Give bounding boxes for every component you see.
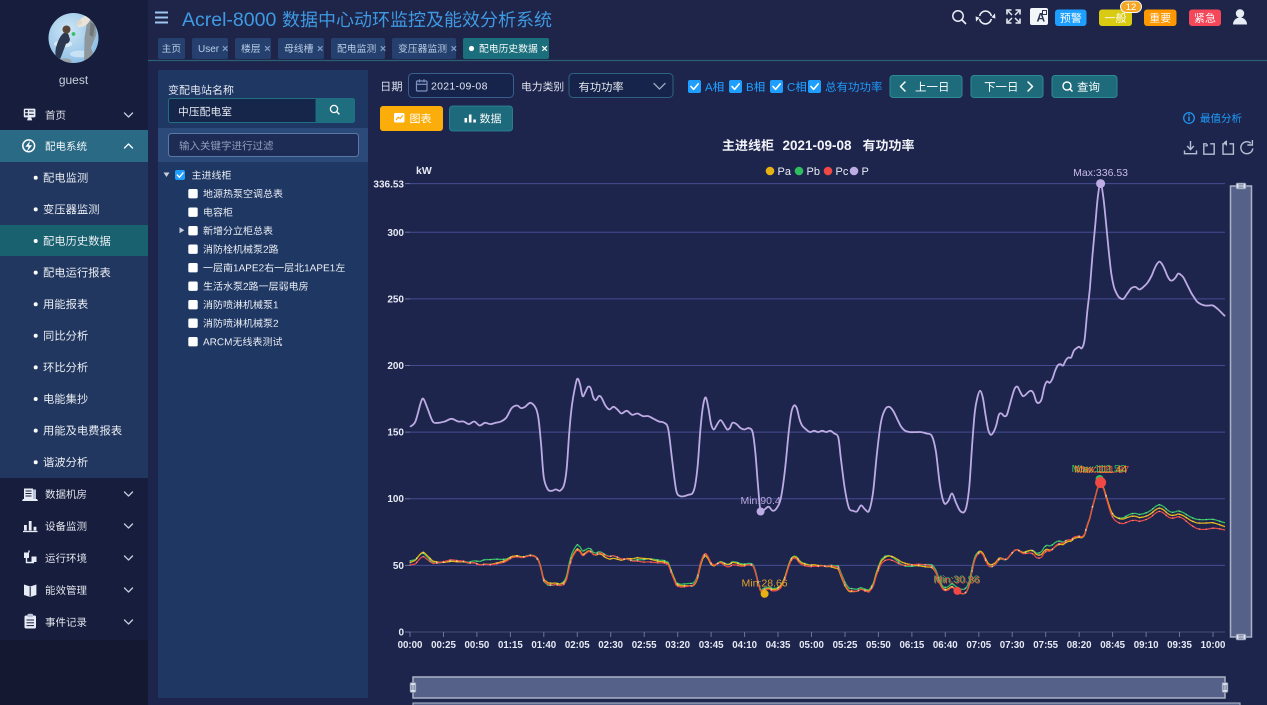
svg-text:12: 12 xyxy=(1126,2,1137,13)
svg-text:Pb: Pb xyxy=(807,166,820,178)
svg-text:05:25: 05:25 xyxy=(833,640,858,651)
svg-text:09:10: 09:10 xyxy=(1134,640,1159,651)
svg-text:04:10: 04:10 xyxy=(732,640,757,651)
svg-text:Pa: Pa xyxy=(778,166,792,178)
svg-text:200: 200 xyxy=(387,361,404,372)
svg-text:03:20: 03:20 xyxy=(665,640,690,651)
svg-text:03:45: 03:45 xyxy=(699,640,724,651)
svg-text:A: A xyxy=(1037,11,1046,25)
svg-text:07:30: 07:30 xyxy=(1000,640,1025,651)
svg-text:01:15: 01:15 xyxy=(498,640,523,651)
svg-text:06:40: 06:40 xyxy=(933,640,958,651)
svg-text:Pc: Pc xyxy=(836,166,849,178)
svg-text:300: 300 xyxy=(387,228,404,239)
svg-text:01:40: 01:40 xyxy=(531,640,556,651)
svg-text:kW: kW xyxy=(416,165,432,177)
svg-text:100: 100 xyxy=(387,494,404,505)
svg-text:Min:28.66: Min:28.66 xyxy=(742,577,788,589)
svg-text:00:25: 00:25 xyxy=(431,640,456,651)
svg-text:09:35: 09:35 xyxy=(1167,640,1192,651)
svg-text:08:45: 08:45 xyxy=(1100,640,1125,651)
svg-text:04:35: 04:35 xyxy=(766,640,791,651)
svg-text:07:55: 07:55 xyxy=(1033,640,1058,651)
svg-text:Min:30.86: Min:30.86 xyxy=(934,574,980,586)
svg-text:Min:90.4: Min:90.4 xyxy=(740,495,780,507)
svg-text:05:00: 05:00 xyxy=(799,640,824,651)
svg-text:50: 50 xyxy=(393,561,405,572)
svg-text:10:00: 10:00 xyxy=(1201,640,1226,651)
svg-text:07:05: 07:05 xyxy=(966,640,991,651)
svg-text:336.53: 336.53 xyxy=(373,180,404,191)
svg-text:2021-09-08: 2021-09-08 xyxy=(431,81,488,93)
svg-text:Acrel-8000: Acrel-8000 xyxy=(182,9,276,31)
svg-text:0: 0 xyxy=(398,628,404,639)
svg-text:Max:111.44: Max:111.44 xyxy=(1074,464,1127,476)
svg-text:02:05: 02:05 xyxy=(565,640,590,651)
svg-text:08:20: 08:20 xyxy=(1067,640,1092,651)
svg-text:150: 150 xyxy=(387,428,404,439)
svg-text:00:00: 00:00 xyxy=(398,640,423,651)
svg-text:02:30: 02:30 xyxy=(598,640,623,651)
svg-text:guest: guest xyxy=(59,73,89,87)
svg-text:P: P xyxy=(862,166,869,178)
svg-text:05:50: 05:50 xyxy=(866,640,891,651)
svg-text:2021-09-08: 2021-09-08 xyxy=(783,138,853,153)
svg-text:User: User xyxy=(198,44,220,55)
svg-text:250: 250 xyxy=(387,294,404,305)
svg-text:00:50: 00:50 xyxy=(465,640,490,651)
svg-text:06:15: 06:15 xyxy=(900,640,925,651)
svg-text:Max:336.53: Max:336.53 xyxy=(1073,167,1128,179)
svg-text:02:55: 02:55 xyxy=(632,640,657,651)
